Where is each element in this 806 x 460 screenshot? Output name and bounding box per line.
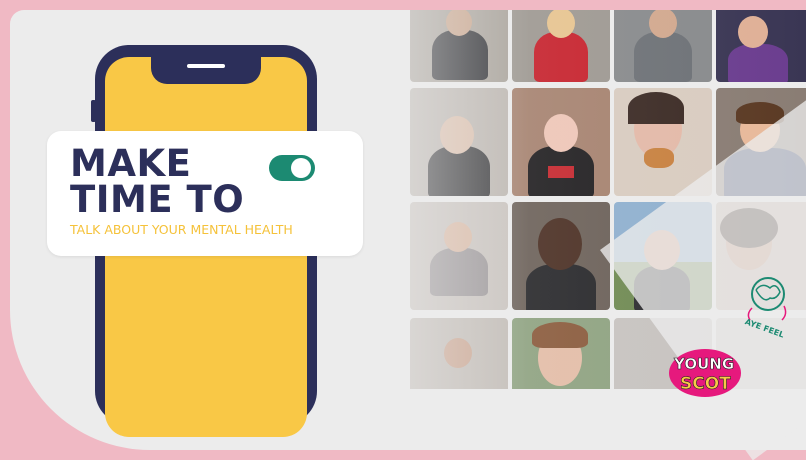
subtitle: TALK ABOUT YOUR MENTAL HEALTH: [70, 222, 293, 237]
photo-tile: [614, 10, 712, 82]
toggle-switch[interactable]: [269, 155, 315, 181]
photo-tile: [410, 10, 508, 82]
photo-tile: [410, 318, 508, 389]
phone-speaker: [187, 64, 225, 68]
photo-tile: [410, 202, 508, 310]
svg-text:SCOT: SCOT: [680, 374, 731, 394]
headline-line-2: TIME TO: [70, 178, 245, 221]
photo-tile: [512, 88, 610, 196]
young-scot-logo: YOUNG SCOT: [669, 349, 741, 397]
photo-tile: [410, 88, 508, 196]
photo-tile: [512, 10, 610, 82]
svg-text:AYE FEEL: AYE FEEL: [744, 317, 786, 339]
photo-tile: [512, 318, 610, 389]
headline-banner: MAKE TIME TO TALK ABOUT YOUR MENTAL HEAL…: [47, 131, 363, 256]
photo-tile: [512, 202, 610, 310]
svg-text:YOUNG: YOUNG: [673, 355, 734, 373]
aye-feel-logo: AYE FEEL: [744, 277, 787, 340]
toggle-knob: [291, 158, 311, 178]
headline-line-1: MAKE: [70, 142, 192, 185]
phone-notch: [151, 56, 261, 84]
photo-tile: [716, 10, 806, 82]
